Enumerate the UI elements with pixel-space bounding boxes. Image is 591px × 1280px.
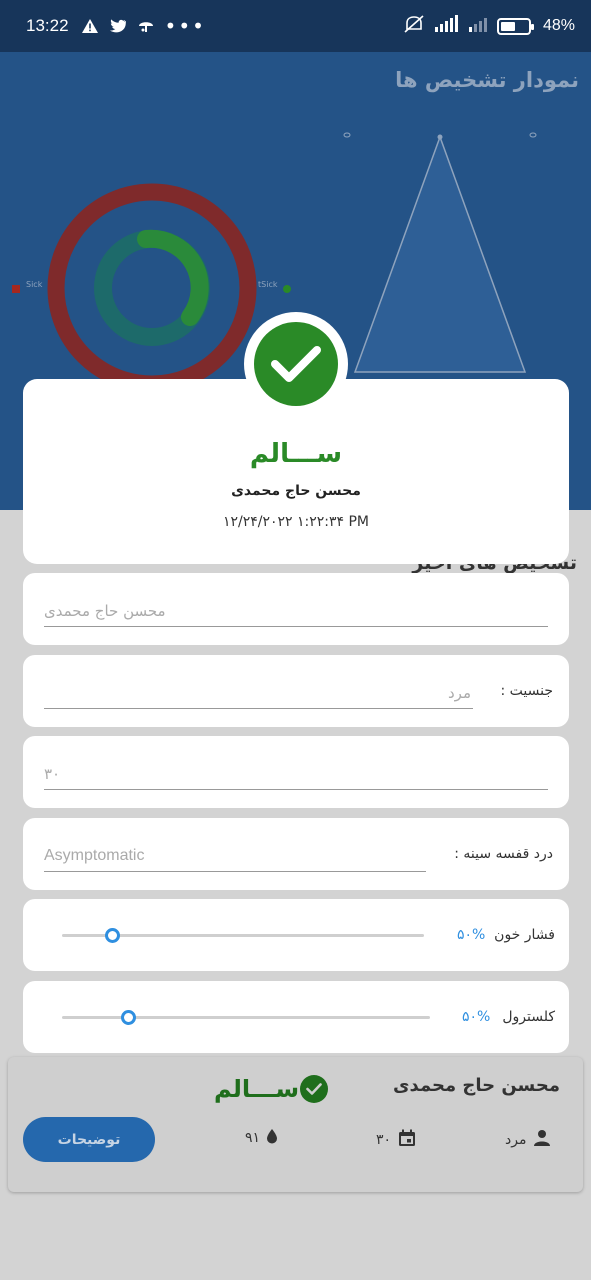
blood-pressure-label: فشار خون: [494, 927, 555, 943]
recent-gender-info: مرد: [505, 1128, 552, 1152]
recent-value-info: ۹۱: [245, 1128, 278, 1148]
status-time: 13:22: [26, 16, 69, 35]
cholesterol-label: کلسترول: [502, 1009, 555, 1025]
person-icon: [532, 1128, 552, 1152]
more-dots-icon: •••: [164, 14, 206, 38]
area-chart-peak: [353, 134, 527, 373]
gender-field[interactable]: مرد: [44, 679, 473, 709]
app-notification-icon: [137, 18, 155, 34]
check-icon: [254, 322, 338, 406]
legend-sick-label: Sick: [26, 280, 43, 289]
name-card: محسن حاج محمدی: [23, 573, 569, 645]
recent-age: ۳۰: [376, 1132, 392, 1148]
mute-icon: [403, 14, 425, 38]
chest-pain-card: درد قفسه سینه : Asymptomatic: [23, 818, 569, 890]
recent-diagnosis-card[interactable]: محسن حاج محمدی ســـالم توضیحات ۹۱ ۳۰ مرد: [8, 1057, 583, 1192]
area-chart-point: [529, 132, 537, 138]
legend-sick-swatch: [12, 285, 20, 293]
battery-icon: [496, 17, 534, 35]
warning-icon: [81, 18, 99, 34]
recent-patient-name: محسن حاج محمدی: [393, 1075, 560, 1096]
twitter-icon: [109, 18, 127, 34]
calendar-icon: [397, 1128, 417, 1152]
blood-pressure-percent: ۵۰%: [457, 927, 486, 943]
description-button[interactable]: توضیحات: [23, 1117, 155, 1162]
recent-value: ۹۱: [245, 1130, 261, 1146]
dialog-status: ســـالم: [249, 439, 343, 469]
dialog-datetime: ۱۲/۲۴/۲۰۲۲ ۱:۲۲:۳۴ PM: [222, 514, 370, 530]
check-icon: [300, 1075, 328, 1103]
legend-notsick-label: tSick: [258, 280, 278, 289]
cholesterol-slider-thumb[interactable]: [120, 1010, 136, 1025]
gender-card: جنسیت : مرد: [23, 655, 569, 727]
recent-age-info: ۳۰: [376, 1128, 417, 1152]
name-field[interactable]: محسن حاج محمدی: [44, 597, 548, 627]
gender-label: جنسیت :: [500, 683, 553, 699]
dialog-patient-name: محسن حاج محمدی: [231, 483, 361, 499]
donut-outer-ring: [47, 183, 257, 393]
age-field[interactable]: ۳۰: [44, 760, 548, 790]
recent-gender: مرد: [505, 1132, 527, 1148]
legend-notsick-swatch: [283, 285, 291, 293]
area-chart-point: [437, 134, 443, 140]
recent-status: ســـالم: [214, 1075, 300, 1103]
drop-icon: [266, 1128, 278, 1148]
cholesterol-card: کلسترول ۵۰%: [23, 981, 569, 1053]
chest-pain-label: درد قفسه سینه :: [454, 846, 553, 862]
cholesterol-slider[interactable]: [62, 1016, 430, 1019]
signal-2-icon: [467, 15, 489, 37]
area-chart-point: [343, 132, 351, 138]
signal-icon: [433, 15, 459, 37]
blood-pressure-card: فشار خون ۵۰%: [23, 899, 569, 971]
chest-pain-select[interactable]: Asymptomatic: [44, 842, 426, 872]
gender-value: مرد: [448, 684, 471, 702]
status-bar: 13:22 ••• 48%: [0, 0, 591, 52]
donut-healthy-arc: [137, 229, 209, 326]
cholesterol-percent: ۵۰%: [462, 1009, 491, 1025]
blood-pressure-slider-thumb[interactable]: [105, 928, 121, 943]
battery-percent: 48%: [542, 17, 575, 34]
age-card: ۳۰: [23, 736, 569, 808]
